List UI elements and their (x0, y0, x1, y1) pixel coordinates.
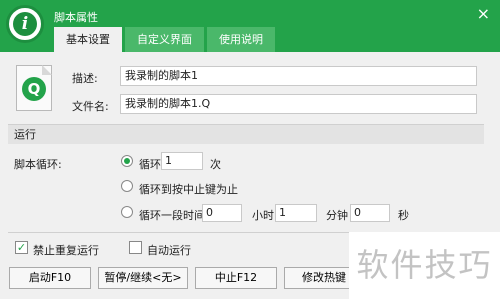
pause-resume-button[interactable]: 暂停/继续<无> (98, 267, 188, 289)
duration-minutes-input[interactable]: 0 (350, 204, 390, 222)
loop-count-radio[interactable] (121, 155, 133, 167)
no-repeat-label: 禁止重复运行 (33, 244, 99, 257)
filename-field[interactable]: 我录制的脚本1.Q (120, 94, 477, 114)
tab-instructions[interactable]: 使用说明 (207, 27, 275, 52)
script-file-icon: Q (16, 65, 52, 111)
loop-count-input[interactable]: 1 (161, 152, 203, 170)
duration-first-input[interactable]: 0 (202, 204, 242, 222)
minutes-unit-label: 分钟 (326, 209, 348, 222)
loop-until-stop-radio[interactable] (121, 180, 133, 192)
no-repeat-checkbox[interactable]: ✓ (15, 241, 28, 254)
app-logo-icon: i (6, 5, 44, 43)
loop-count-unit: 次 (210, 158, 221, 171)
description-label: 描述: (72, 72, 98, 85)
stop-button[interactable]: 中止F12 (195, 267, 277, 289)
script-properties-window: i 脚本属性 × 基本设置 自定义界面 使用说明 Q 描述: 我录制的脚本1 文… (0, 0, 500, 299)
run-section-header: 运行 (8, 124, 484, 144)
loop-duration-label: 循环一段时间 (139, 209, 205, 222)
auto-run-checkbox[interactable] (129, 241, 142, 254)
loop-count-option-label: 循环 (139, 158, 161, 171)
seconds-unit-label: 秒 (398, 209, 409, 222)
close-icon[interactable]: × (477, 4, 490, 23)
loop-duration-radio[interactable] (121, 206, 133, 218)
tab-custom-interface[interactable]: 自定义界面 (125, 27, 204, 52)
tab-bar: 基本设置 自定义界面 使用说明 (54, 27, 275, 52)
window-title: 脚本属性 (54, 11, 98, 24)
duration-hours-input[interactable]: 1 (275, 204, 317, 222)
title-bar: i 脚本属性 × 基本设置 自定义界面 使用说明 (0, 0, 500, 52)
start-button[interactable]: 启动F10 (9, 267, 91, 289)
filename-label: 文件名: (72, 100, 109, 113)
auto-run-label: 自动运行 (147, 244, 191, 257)
loop-until-stop-label: 循环到按中止键为止 (139, 183, 238, 196)
watermark-text: 软件技巧 (349, 232, 500, 299)
tab-basic-settings[interactable]: 基本设置 (54, 27, 122, 52)
description-field[interactable]: 我录制的脚本1 (120, 66, 477, 86)
hours-unit-label: 小时 (252, 209, 274, 222)
script-loop-label: 脚本循环: (14, 158, 62, 171)
